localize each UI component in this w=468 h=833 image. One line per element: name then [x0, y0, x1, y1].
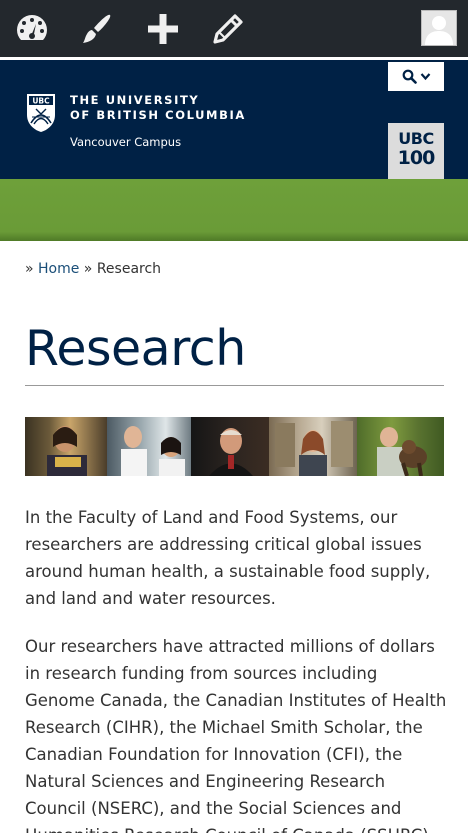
ubc-header: UBC THE UNIVERSITY OF BRITISH COLUMBIA V…	[0, 60, 468, 179]
page-title: Research	[25, 320, 246, 377]
page-content: In the Faculty of Land and Food Systems,…	[25, 504, 450, 833]
breadcrumb-home-link[interactable]: Home	[38, 261, 79, 277]
ubc100-line2: 100	[397, 147, 436, 169]
breadcrumb-separator: »	[25, 261, 39, 277]
researcher-photo-strip	[25, 417, 444, 476]
admin-toolbar	[0, 0, 468, 57]
researcher-photo	[191, 417, 269, 476]
breadcrumb-separator: »	[79, 261, 97, 277]
researcher-photo	[357, 417, 444, 476]
ubc100-logo[interactable]: UBC 100	[388, 123, 444, 179]
navigation-banner	[0, 179, 468, 241]
university-line2: OF BRITISH COLUMBIA	[70, 108, 246, 122]
new-content-plus-icon[interactable]	[143, 9, 183, 49]
breadcrumb-current: Research	[96, 261, 162, 277]
university-line1: THE UNIVERSITY	[70, 93, 200, 107]
search-icon	[402, 69, 417, 84]
researcher-photo	[107, 417, 191, 476]
university-wordmark[interactable]: THE UNIVERSITY OF BRITISH COLUMBIA	[70, 93, 246, 123]
breadcrumb: » Home » Research	[25, 261, 161, 277]
ubc-crest-logo[interactable]: UBC	[26, 93, 56, 133]
chevron-down-icon	[420, 73, 430, 81]
user-avatar-icon[interactable]	[421, 10, 457, 46]
intro-paragraph: In the Faculty of Land and Food Systems,…	[25, 508, 431, 608]
researcher-photo	[25, 417, 107, 476]
search-toggle-button[interactable]	[388, 62, 444, 91]
title-divider	[25, 385, 444, 386]
edit-pencil-icon[interactable]	[208, 9, 248, 49]
campus-name: Vancouver Campus	[70, 135, 182, 149]
crest-text: UBC	[32, 97, 50, 106]
funding-paragraph: Our researchers have attracted millions …	[25, 637, 447, 833]
researcher-photo	[269, 417, 357, 476]
dashboard-icon[interactable]	[12, 9, 52, 49]
customize-brush-icon[interactable]	[77, 9, 117, 49]
ubc100-line1: UBC	[398, 129, 434, 148]
